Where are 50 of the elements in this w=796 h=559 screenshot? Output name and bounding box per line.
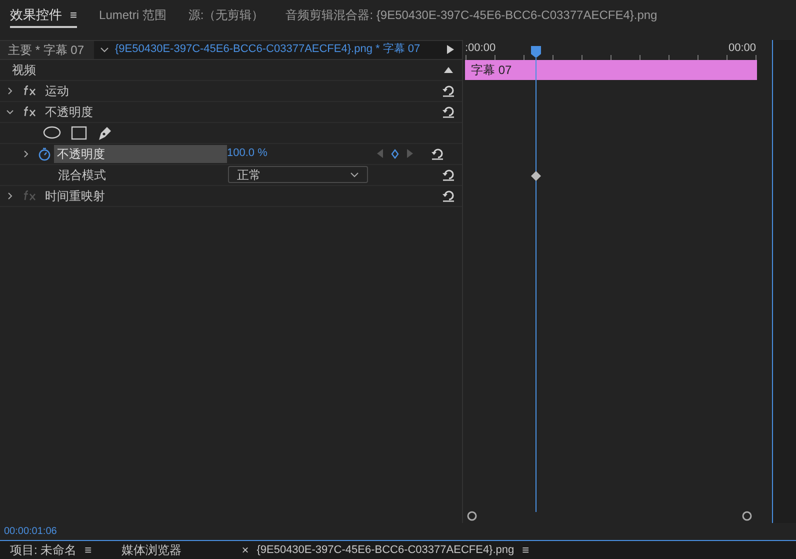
panel-tab[interactable]: 项目: 未命名 ≡ bbox=[10, 541, 92, 559]
fx-toggle[interactable] bbox=[23, 190, 36, 202]
reset-icon[interactable] bbox=[431, 147, 444, 160]
playhead[interactable] bbox=[530, 46, 542, 512]
panel-menu-icon[interactable]: ≡ bbox=[522, 541, 530, 559]
chevron-right-icon[interactable] bbox=[22, 150, 30, 158]
chevron-down-icon bbox=[350, 172, 359, 178]
reset-icon[interactable] bbox=[442, 105, 455, 118]
clip-name-link[interactable]: {9E50430E-397C-45E6-BCC6-C03377AECFE4}.png * 字幕 07 bbox=[115, 41, 447, 58]
rectangle-mask-icon[interactable] bbox=[71, 126, 87, 140]
collapse-up-icon[interactable] bbox=[444, 66, 453, 73]
scroll-handle-icon[interactable] bbox=[742, 511, 752, 522]
chevron-right-icon[interactable] bbox=[6, 86, 14, 95]
reset-icon[interactable] bbox=[442, 168, 455, 182]
effect-label: 时间重映射 bbox=[45, 188, 106, 205]
property-label: 不透明度 bbox=[54, 144, 227, 163]
keyframe-icon[interactable] bbox=[531, 170, 541, 181]
close-icon[interactable]: × bbox=[242, 541, 249, 559]
clip-bar[interactable]: 字幕 07 bbox=[465, 60, 757, 80]
fx-toggle[interactable] bbox=[23, 85, 36, 96]
panel-tab[interactable]: 源:（无剪辑） bbox=[188, 4, 264, 28]
chevron-right-icon[interactable] bbox=[6, 192, 14, 200]
effect-label: 运动 bbox=[45, 82, 70, 100]
fx-toggle[interactable] bbox=[23, 106, 36, 118]
play-icon[interactable] bbox=[447, 45, 454, 54]
panel-menu-icon[interactable]: ≡ bbox=[70, 6, 78, 24]
panel-tab[interactable]: 效果控件 ≡ bbox=[10, 4, 78, 28]
effect-label: 不透明度 bbox=[45, 104, 94, 121]
ruler-end-time: 00:00 bbox=[728, 40, 756, 56]
master-clip-label: 主要 * 字幕 07 bbox=[0, 40, 94, 59]
panel-tab[interactable]: 音频剪辑混合器: {9E50430E-397C-45E6-BCC6-C03377AECFE4}.png bbox=[286, 4, 658, 28]
ellipse-mask-icon[interactable] bbox=[43, 126, 61, 140]
blend-mode-label: 混合模式 bbox=[58, 166, 107, 184]
chevron-down-icon[interactable] bbox=[100, 46, 109, 53]
stopwatch-icon[interactable] bbox=[38, 146, 51, 161]
chevron-down-icon[interactable] bbox=[6, 108, 14, 116]
current-timecode[interactable]: 00:00:01:06 bbox=[4, 524, 57, 540]
blend-mode-dropdown[interactable]: 正常 bbox=[228, 166, 368, 184]
pen-icon[interactable] bbox=[97, 124, 113, 141]
panel-menu-icon[interactable]: ≡ bbox=[84, 541, 92, 559]
scroll-handle-icon[interactable] bbox=[467, 511, 477, 522]
ruler-start-time: :00:00 bbox=[465, 40, 496, 56]
panel-tab[interactable]: × {9E50430E-397C-45E6-BCC6-C03377AECFE4}.png ≡ bbox=[242, 541, 530, 559]
panel-tab[interactable]: 媒体浏览器 bbox=[122, 541, 182, 559]
opacity-value[interactable]: 100.0 % bbox=[227, 145, 377, 162]
reset-icon[interactable] bbox=[442, 84, 455, 98]
panel-tab[interactable]: Lumetri 范围 bbox=[99, 4, 166, 28]
section-label: 视频 bbox=[12, 62, 36, 79]
add-keyframe-icon[interactable] bbox=[391, 148, 399, 159]
reset-icon[interactable] bbox=[442, 189, 455, 202]
